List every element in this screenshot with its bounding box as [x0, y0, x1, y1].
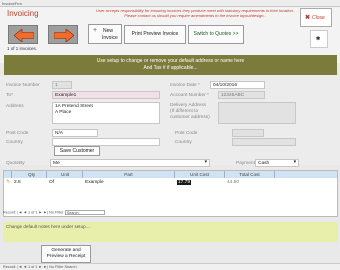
filter-indicator: No Filter: [49, 210, 64, 215]
delivery-address-field[interactable]: [218, 102, 296, 124]
left-arrow-icon: [14, 29, 34, 42]
quoteby-select[interactable]: Me ▾: [50, 159, 210, 167]
window-titlebar: InvoiceFrm: [0, 0, 340, 7]
chevron-down-icon: ▾: [204, 160, 207, 165]
close-button[interactable]: ✖ Close: [300, 8, 332, 27]
subform-record-navigator[interactable]: Record: |◄ ◄ 1 of 1 ► ►| No Filter Searc…: [3, 210, 223, 216]
cell-part[interactable]: Example: [83, 178, 175, 187]
quoteby-label: QuoteBy: [6, 161, 25, 166]
save-customer-button[interactable]: Save Customer: [54, 146, 100, 156]
invoice-number-label: Invoice Number: [6, 83, 40, 88]
invoice-date-field[interactable]: 04/10/2016: [210, 81, 265, 89]
window-title: InvoiceFrm: [2, 1, 22, 6]
plus-icon: +: [93, 27, 98, 34]
new-invoice-button[interactable]: + New Invoice: [88, 24, 122, 44]
postcode-field[interactable]: N/A: [52, 129, 98, 137]
col-unit: Unit: [47, 171, 83, 178]
next-record-button[interactable]: [48, 25, 78, 44]
cell-unit-cost[interactable]: 17.79: [175, 178, 225, 187]
warning-text: User accepts responsibility for ensuring…: [96, 8, 294, 18]
switch-to-quotes-button[interactable]: Switch to Quotes >>: [188, 25, 244, 44]
form-record-navigator[interactable]: Record: |◄ ◄ 1 of 1 ► ►| No Filter Searc…: [0, 263, 340, 270]
postcode-label: Post Code: [6, 131, 29, 136]
help-button[interactable]: ✱: [310, 30, 328, 48]
delivery-address-label: Delivery Address (If different to custom…: [170, 103, 210, 120]
cell-total-cost: 44.50: [227, 180, 240, 185]
generate-receipt-button[interactable]: Generate and Preview a Receipt: [41, 245, 91, 263]
table-row[interactable]: ✎ 2.5 Of Example 17.79 44.50: [4, 178, 337, 187]
country-label: Country: [6, 140, 23, 145]
delivery-postcode-label: Post Code: [175, 131, 198, 136]
address-field[interactable]: 1A Pretend Street A Place: [52, 102, 160, 124]
cell-qty[interactable]: 2.5: [12, 178, 47, 187]
notes-field[interactable]: Change default notes here under setup...…: [3, 222, 338, 242]
invoice-date-label: Invoice Date *: [170, 83, 200, 88]
payment-terms-select[interactable]: Cash ▾: [255, 159, 299, 167]
to-field[interactable]: Example1: [52, 91, 160, 99]
previous-record-button[interactable]: [8, 25, 38, 44]
invoice-number-field[interactable]: 1: [52, 81, 72, 89]
close-icon: ✖: [305, 15, 311, 21]
col-part: Part: [83, 171, 175, 178]
lines-header: Qty Unit Part Unit Cost Total Cost: [4, 171, 337, 178]
app-title: Invoicing: [7, 9, 39, 18]
delivery-postcode-field[interactable]: [232, 129, 264, 137]
edit-pencil-icon: ✎: [6, 180, 11, 185]
chevron-down-icon: ▾: [293, 160, 296, 165]
row-selector-header: [4, 171, 12, 178]
subform-search-input[interactable]: Search: [64, 210, 105, 215]
right-arrow-icon: [54, 29, 74, 42]
setup-banner: Use setup to change or remove your defau…: [4, 55, 337, 75]
col-qty: Qty: [12, 171, 47, 178]
account-number-field[interactable]: 12345ABC: [218, 91, 265, 99]
delivery-country-label: Country: [175, 140, 192, 145]
account-number-label: Account Number *: [170, 93, 209, 98]
delivery-country-field[interactable]: [232, 138, 296, 146]
record-count: 1 of 1 invoices.: [7, 46, 38, 51]
address-label: Address: [6, 104, 24, 109]
print-preview-button[interactable]: Print Preview Invoice: [124, 25, 186, 44]
cell-unit[interactable]: Of: [47, 178, 83, 187]
help-icon: ✱: [316, 36, 321, 42]
country-field[interactable]: [52, 138, 160, 146]
col-unit-cost: Unit Cost: [175, 171, 225, 178]
to-label: To*: [6, 93, 13, 98]
col-total-cost: Total Cost: [225, 171, 275, 178]
